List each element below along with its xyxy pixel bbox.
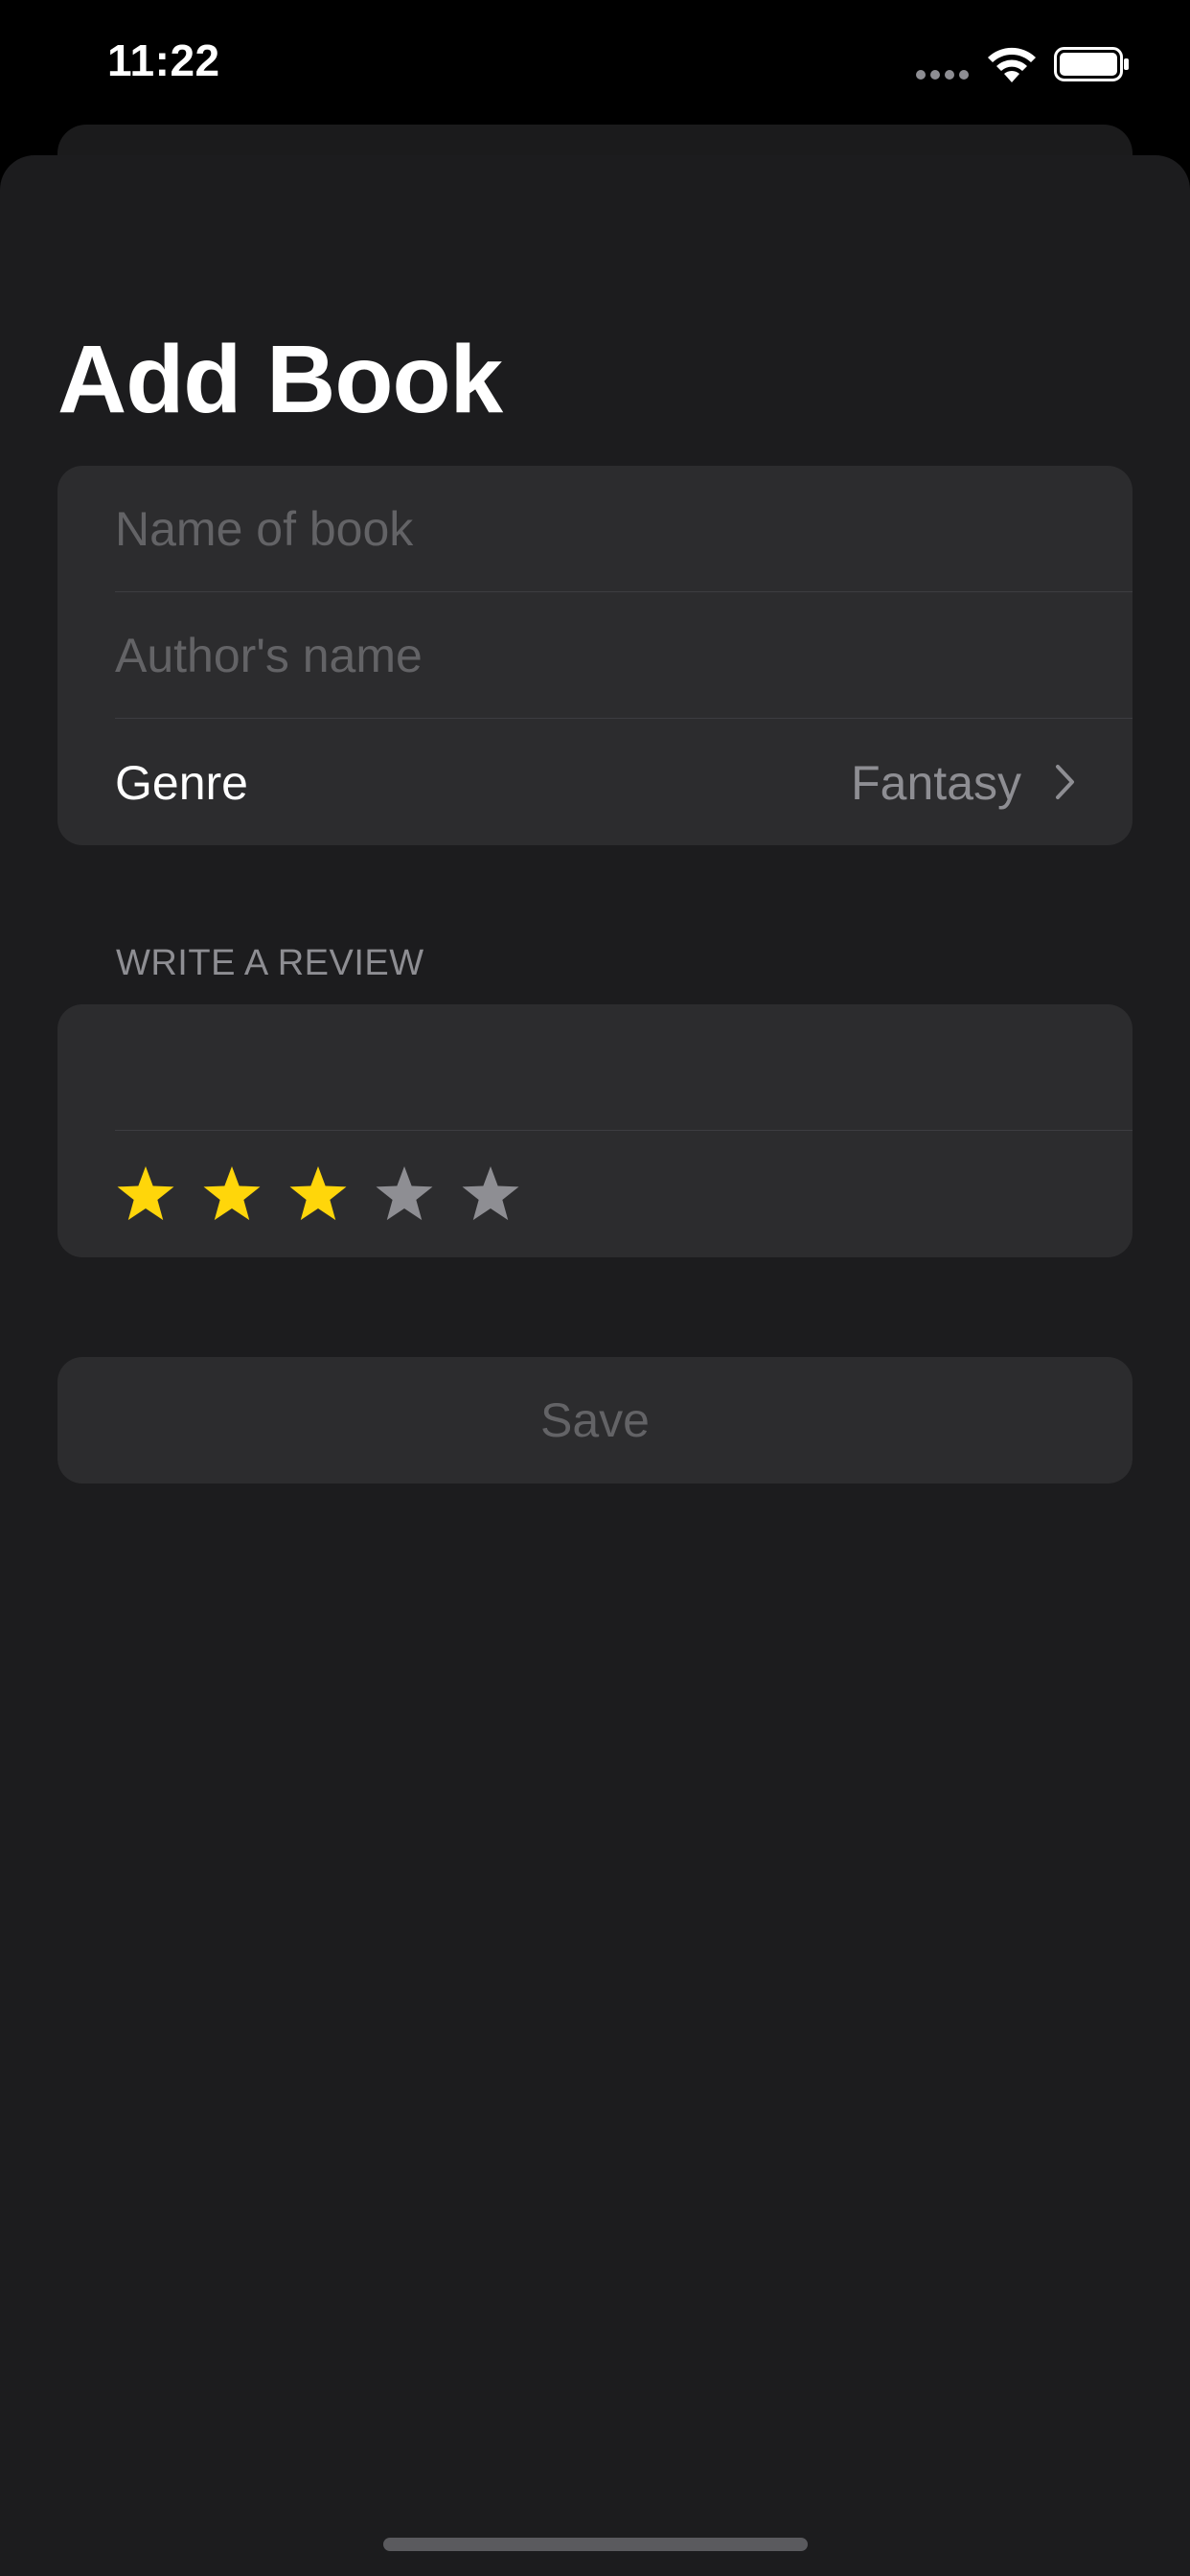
review-text-row — [57, 1004, 1133, 1131]
book-name-row — [57, 466, 1133, 592]
star-icon-5[interactable] — [460, 1163, 521, 1223]
book-name-input[interactable] — [115, 466, 1073, 592]
chevron-right-icon — [1056, 765, 1074, 799]
star-icon-4[interactable] — [374, 1163, 435, 1223]
cellular-signal-icon — [916, 70, 970, 80]
divider — [115, 1130, 1133, 1131]
star-icon-3[interactable] — [287, 1163, 349, 1223]
genre-value: Fantasy — [851, 756, 1021, 810]
star-icon-1[interactable] — [115, 1163, 176, 1223]
page-title: Add Book — [57, 326, 503, 433]
wifi-icon — [988, 47, 1036, 82]
status-time: 11:22 — [107, 35, 220, 85]
status-bar: 11:22 — [0, 0, 1190, 134]
genre-label: Genre — [115, 756, 248, 810]
star-icon-2[interactable] — [201, 1163, 263, 1223]
battery-icon — [1054, 47, 1129, 81]
review-text-input[interactable] — [115, 1004, 1073, 1129]
author-name-row — [57, 592, 1133, 719]
author-name-input[interactable] — [115, 592, 1073, 719]
review-section-header: WRITE A REVIEW — [116, 943, 424, 983]
home-indicator — [383, 2538, 808, 2551]
screen: 11:22 Add Book Genre Fantasy — [0, 0, 1190, 2576]
save-button[interactable]: Save — [57, 1357, 1133, 1484]
genre-picker-row[interactable]: Genre Fantasy — [57, 719, 1133, 845]
book-info-group: Genre Fantasy — [57, 466, 1133, 845]
